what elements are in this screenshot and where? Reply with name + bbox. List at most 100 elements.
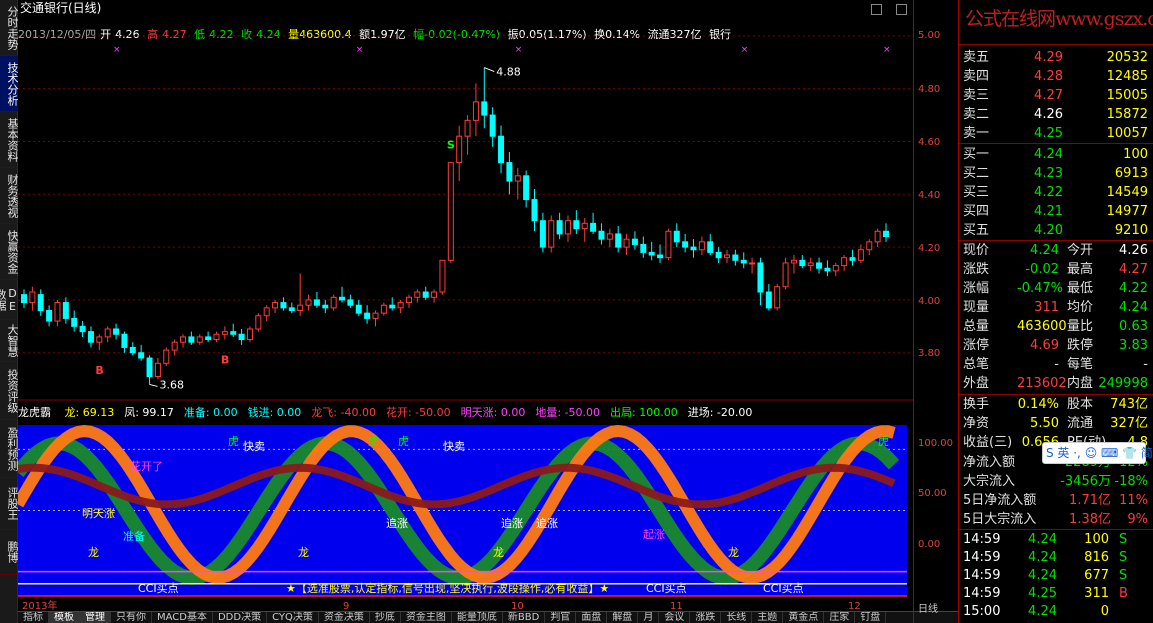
sidebar-tab-5[interactable]: DE数据 [0,280,19,320]
bottom-tab[interactable]: 涨跌 [690,612,722,623]
candle-body [506,162,513,182]
stat-value-2: 249998 [1098,376,1148,391]
bottom-tab[interactable]: 指标 [18,612,49,623]
order-book-row[interactable]: 卖三 4.27 15005 [959,86,1153,105]
candle-body [129,346,136,354]
order-volume: 20532 [1106,50,1148,65]
stat-label: 涨跌 [963,262,990,277]
sidebar-tab-4[interactable]: 快赢资金 [0,224,19,280]
candle-body [581,222,588,230]
order-book-row[interactable]: 卖二 4.26 15872 [959,105,1153,124]
order-price: 4.24 [1034,147,1063,162]
bottom-tab[interactable]: 资金主图 [401,612,452,623]
bottom-tab[interactable]: 能量顶底 [452,612,503,623]
bottom-tab[interactable]: 长线 [721,612,753,623]
candle-body [640,243,647,253]
indicator-banner: ★【选准股票,认定指标,信号出现,坚决执行,波段操作,必有收益】★ [286,581,609,595]
tick-flag: S [1119,550,1128,565]
period-label[interactable]: 日线 [918,600,938,615]
bottom-tab[interactable]: 新BBD [503,612,546,623]
order-book-row[interactable]: 卖五 4.29 20532 [959,48,1153,67]
bottom-tab[interactable]: CYQ决策 [267,612,319,623]
order-book-row[interactable]: 卖一 4.25 10057 [959,124,1153,143]
sidebar-tab-9[interactable]: 评股王 [0,478,19,530]
sidebar: 分时走势 技术分析 基本资料 财务透视 快赢资金 DE数据 大智慧 投资评级 盈利预测 评股王 鹏博 [0,0,19,623]
bottom-tab[interactable]: 会议 [659,612,691,623]
flow-value: 1.38亿 [1069,512,1111,527]
bottom-tab[interactable]: 资金决策 [319,612,370,623]
indicator-label: 追涨 [501,516,523,530]
sidebar-tab-7[interactable]: 投资评级 [0,362,19,420]
candle-body [397,302,404,309]
candle-body [272,302,279,309]
bottom-tab[interactable]: MACD基本 [152,612,213,623]
signal-s: S [447,139,455,152]
candle-body [573,220,580,230]
bottom-tab[interactable]: 月 [638,612,660,623]
bottom-tab[interactable]: 解盘 [607,612,639,623]
sidebar-tab-3[interactable]: 财务透视 [0,168,19,224]
bottom-tab[interactable]: 庄家 [824,612,856,623]
order-book-row[interactable]: 买四 4.21 14977 [959,202,1153,221]
indicator-value: 钱进: 0.00 [247,406,302,419]
order-label: 卖五 [963,50,990,65]
candle-body [489,114,496,137]
candle-body [657,254,664,259]
tick-price: 4.24 [1028,532,1057,547]
candle-body [807,262,814,267]
order-volume: 6913 [1114,166,1148,181]
x-axis-label: 11 [670,601,683,610]
order-book-row[interactable]: 卖四 4.28 12485 [959,67,1153,86]
sidebar-tab-1[interactable]: 技术分析 [0,56,19,112]
candle-body [263,307,270,317]
candle-body [464,119,471,137]
order-price: 4.27 [1034,88,1063,103]
order-book-row[interactable]: 买三 4.22 14549 [959,183,1153,202]
indicator-name[interactable]: 龙虎霸 [18,406,51,419]
sidebar-tab-6[interactable]: 大智慧 [0,320,19,362]
bottom-tab[interactable]: 管理 [80,612,111,623]
bottom-tab[interactable]: 模板 [49,612,80,623]
sidebar-tab-10[interactable]: 鹏博 [0,530,19,575]
x-axis-label: 12 [848,601,861,610]
bottom-tab[interactable]: 抄底 [370,612,401,623]
x-axis-label: 2013年 [22,599,57,610]
ime-toolbar[interactable]: S 英 ·, ☺ ⌨ 👕 简 🔑 [1042,442,1153,464]
bottom-tab[interactable]: 面盘 [576,612,608,623]
tick-time: 15:00 [963,604,1001,619]
x-axis-label: 9 [343,601,349,610]
price-tick: 4.40 [918,190,941,201]
indicator-label: 虎 [368,435,379,448]
stat-label: 现价 [963,243,990,258]
sidebar-tab-8[interactable]: 盈利预测 [0,420,19,478]
price-tick: 4.60 [918,137,941,148]
bottom-tab[interactable]: 只有你 [111,612,152,623]
order-book-row[interactable]: 买五 4.20 9210 [959,221,1153,240]
bottom-tab[interactable]: 判官 [545,612,577,623]
bottom-tab[interactable]: 主题 [752,612,784,623]
bottom-tab[interactable]: DDD决策 [213,612,268,623]
candle-body [288,307,295,311]
candle-body [857,249,864,261]
stat-value: 463600 [1017,319,1067,334]
tick-row: 14:59 4.25 311 B [959,585,1153,603]
candle-body [431,291,438,298]
indicator-label: CCI买点 [646,582,687,595]
order-label: 卖一 [963,126,990,141]
candle-body [79,325,86,333]
order-book-row[interactable]: 买二 4.23 6913 [959,164,1153,183]
candle-body [154,362,161,378]
tick-row: 14:59 4.24 100 S [959,531,1153,549]
candle-body [723,254,730,259]
flow-label: 5日净流入额 [963,493,1037,508]
order-book-row[interactable]: 买一 4.24 100 [959,145,1153,164]
indicator-label: 快卖 [243,440,265,453]
sidebar-tab-2[interactable]: 基本资料 [0,112,19,168]
candlestick-chart[interactable]: 4.883.68BSB× × × × ×快卖 快卖追涨 追涨 追涨花开了龙龙龙龙CCI买点 CC… [18,0,913,610]
bottom-tab[interactable]: 钉盘 [855,612,887,623]
candle-body [866,241,873,251]
bottom-tab[interactable]: 黄金点 [783,612,825,623]
stat-row: 净资 5.50 流通 327亿 [959,414,1153,433]
signal-marker: × [515,45,523,55]
sidebar-tab-0[interactable]: 分时走势 [0,0,19,56]
